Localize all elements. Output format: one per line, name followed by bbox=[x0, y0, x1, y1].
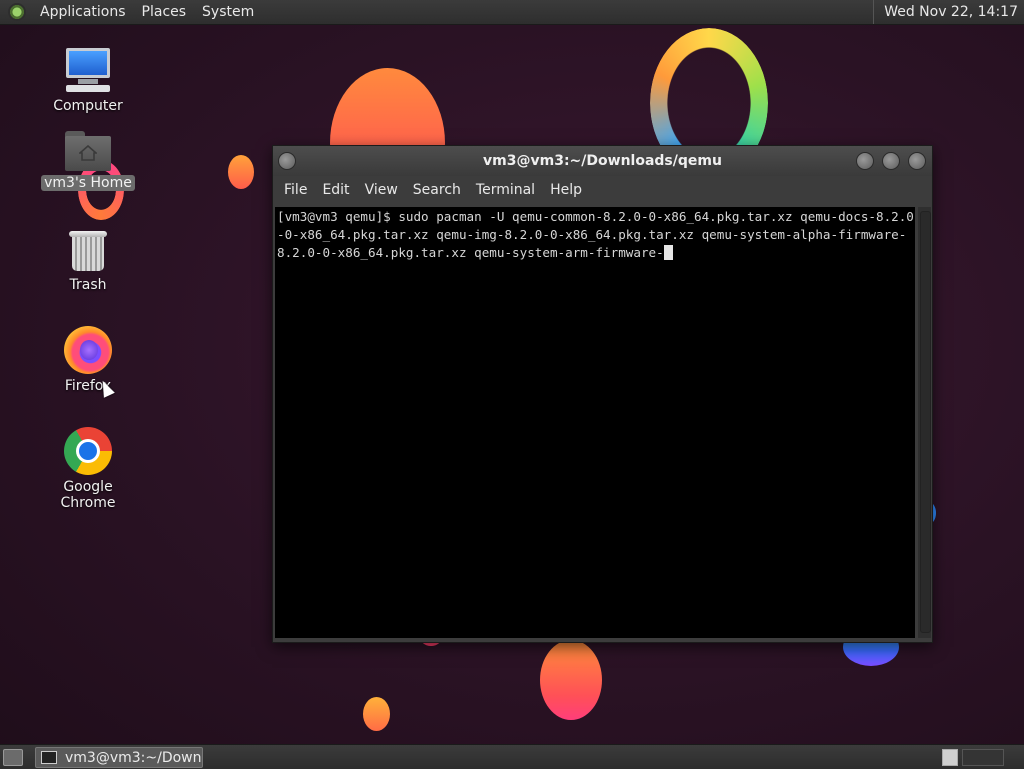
home-folder-icon bbox=[65, 131, 111, 171]
window-menu-button[interactable] bbox=[278, 152, 296, 170]
close-button[interactable] bbox=[908, 152, 926, 170]
wallpaper-orange-blob-bottom bbox=[540, 640, 602, 720]
menu-edit[interactable]: Edit bbox=[315, 176, 357, 204]
taskbar-label: vm3@vm3:~/Downl... bbox=[65, 749, 202, 766]
vertical-scrollbar[interactable] bbox=[918, 207, 931, 638]
minimize-button[interactable] bbox=[856, 152, 874, 170]
menu-system[interactable]: System bbox=[194, 0, 262, 24]
desktop-icon-chrome[interactable]: Google Chrome bbox=[33, 427, 143, 511]
workspace-switcher-2[interactable] bbox=[962, 749, 1004, 766]
menu-applications[interactable]: Applications bbox=[32, 0, 134, 24]
menu-view[interactable]: View bbox=[358, 176, 406, 204]
wallpaper-small-blob bbox=[228, 155, 254, 189]
text-cursor bbox=[663, 245, 673, 260]
desktop-icon-label: Trash bbox=[69, 277, 107, 293]
desktop-icon-label: Computer bbox=[53, 98, 123, 114]
menu-file[interactable]: File bbox=[277, 176, 315, 204]
desktop-icon-home[interactable]: vm3's Home bbox=[33, 131, 143, 191]
chrome-icon bbox=[64, 427, 112, 475]
desktop-icon-label: vm3's Home bbox=[41, 175, 135, 191]
computer-icon bbox=[64, 46, 112, 94]
taskbar-terminal-button[interactable]: vm3@vm3:~/Downl... bbox=[35, 747, 203, 768]
menu-search[interactable]: Search bbox=[406, 176, 469, 204]
terminal-menubar: File Edit View Search Terminal Help bbox=[273, 176, 932, 204]
window-title: vm3@vm3:~/Downloads/qemu bbox=[483, 153, 722, 169]
menu-terminal[interactable]: Terminal bbox=[469, 176, 543, 204]
top-panel: Applications Places System Wed Nov 22, 1… bbox=[0, 0, 1024, 25]
trash-icon bbox=[69, 229, 107, 273]
maximize-button[interactable] bbox=[882, 152, 900, 170]
menu-places[interactable]: Places bbox=[134, 0, 195, 24]
terminal-text: [vm3@vm3 qemu]$ sudo pacman -U qemu-comm… bbox=[277, 209, 914, 260]
scrollbar-thumb[interactable] bbox=[920, 211, 931, 633]
terminal-output[interactable]: [vm3@vm3 qemu]$ sudo pacman -U qemu-comm… bbox=[275, 207, 915, 638]
clock[interactable]: Wed Nov 22, 14:17 bbox=[873, 0, 1024, 24]
desktop-icon-label: Google Chrome bbox=[60, 479, 116, 511]
desktop-icon-firefox[interactable]: Firefox bbox=[33, 326, 143, 394]
window-titlebar[interactable]: vm3@vm3:~/Downloads/qemu bbox=[273, 146, 932, 176]
terminal-icon bbox=[41, 751, 57, 764]
menu-help[interactable]: Help bbox=[543, 176, 590, 204]
bottom-panel: vm3@vm3:~/Downl... bbox=[0, 744, 1024, 769]
firefox-icon bbox=[64, 326, 112, 374]
desktop-icon-trash[interactable]: Trash bbox=[33, 229, 143, 293]
distro-logo-icon[interactable] bbox=[8, 3, 26, 21]
desktop-icon-computer[interactable]: Computer bbox=[33, 46, 143, 114]
wallpaper-small-blob-bottom bbox=[363, 697, 390, 731]
terminal-window[interactable]: vm3@vm3:~/Downloads/qemu File Edit View … bbox=[272, 145, 933, 643]
show-desktop-icon[interactable] bbox=[3, 749, 23, 766]
workspace-switcher-1[interactable] bbox=[942, 749, 958, 766]
